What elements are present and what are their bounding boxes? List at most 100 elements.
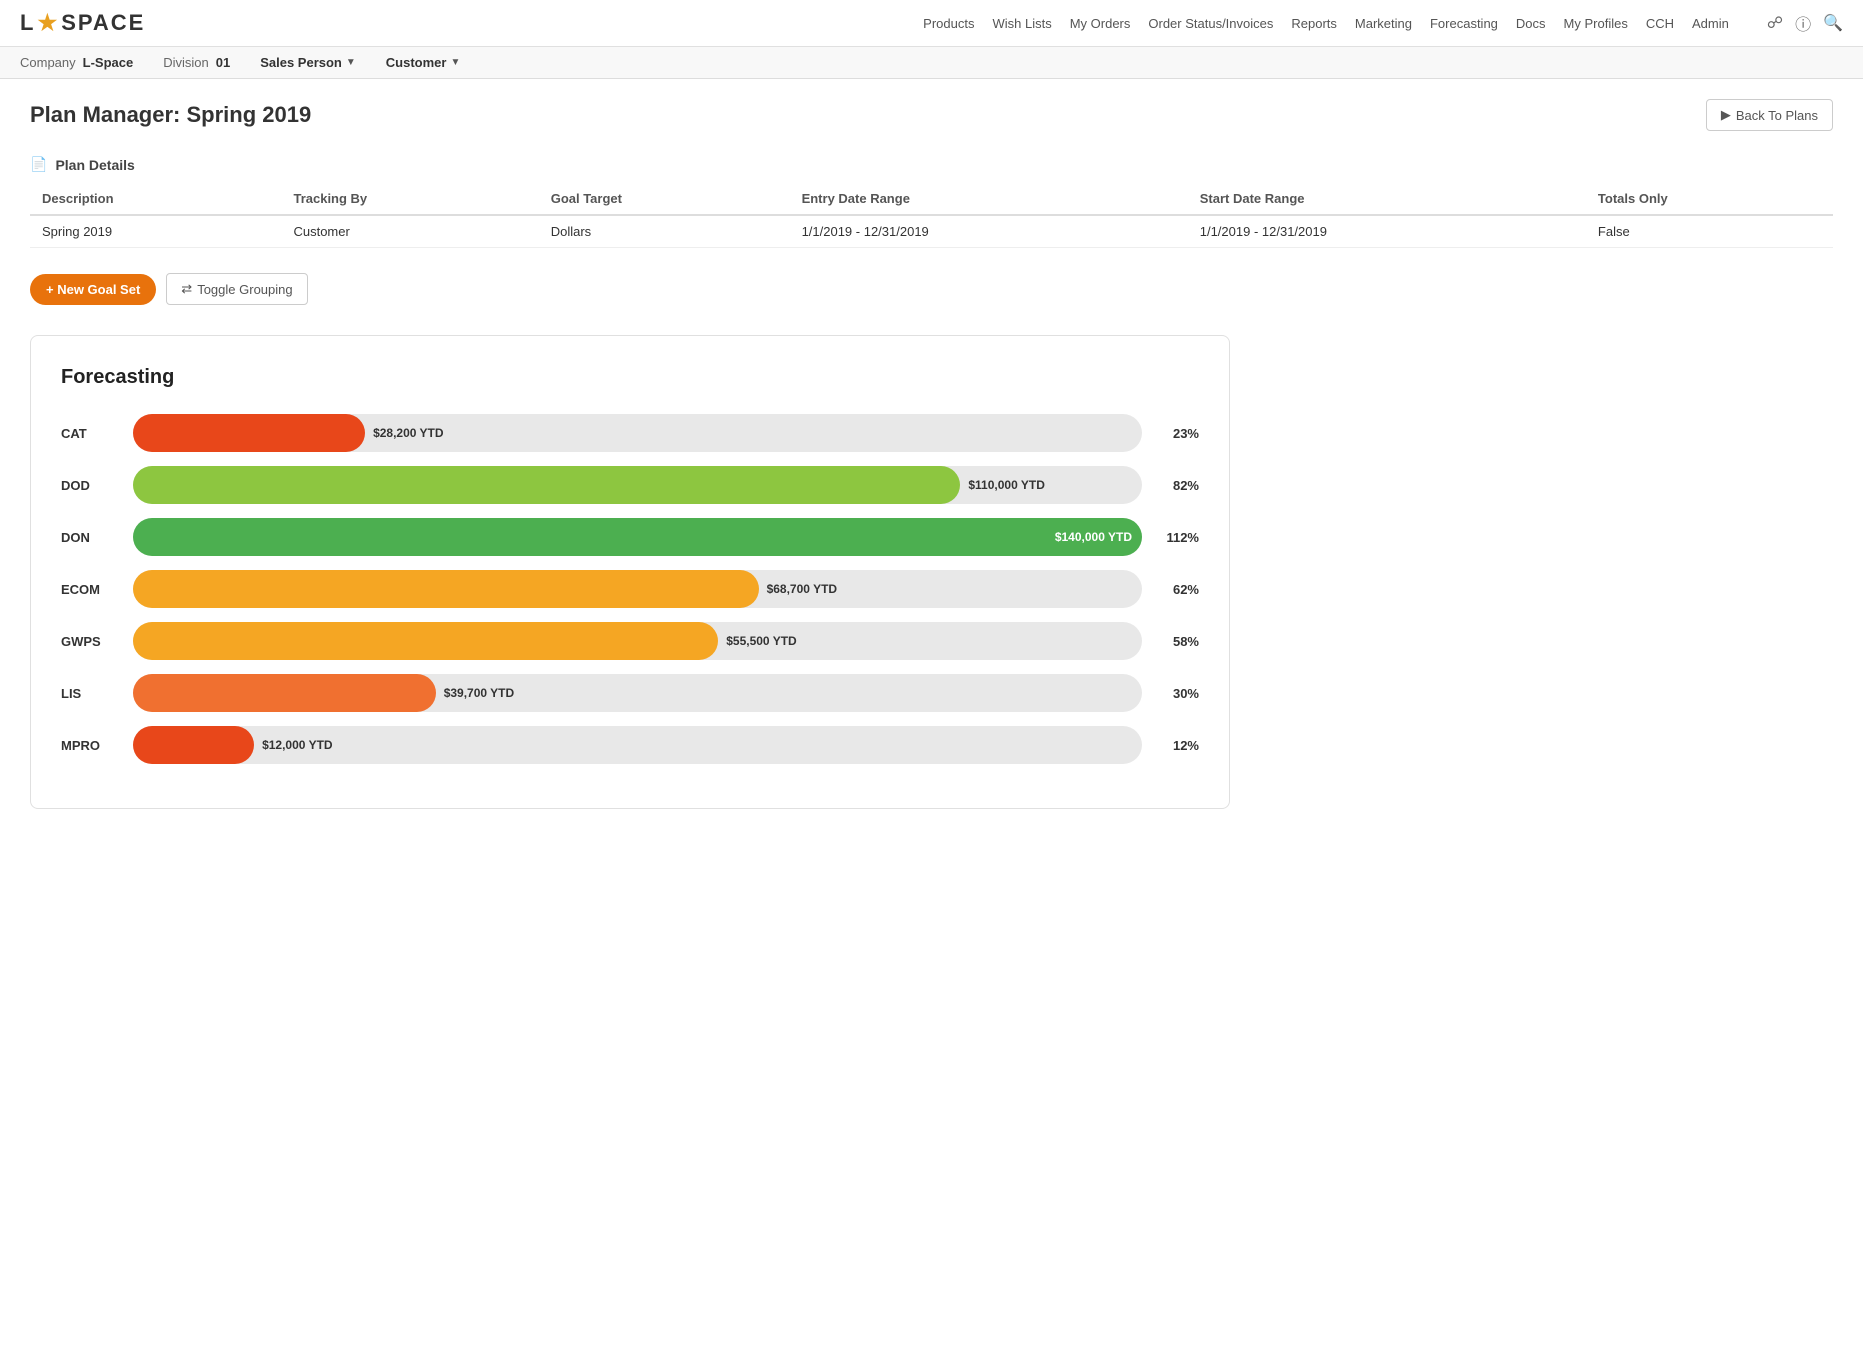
chart-bar-container-dod: $110,000 YTD [133, 466, 1142, 504]
nav-products[interactable]: Products [923, 16, 974, 31]
sales-person-label: Sales Person [260, 55, 342, 70]
cell-start-date-range: 1/1/2019 - 12/31/2019 [1188, 215, 1586, 248]
chart-bar-fill-gwps [133, 622, 718, 660]
division-item: Division 01 [163, 55, 230, 70]
new-goal-set-button[interactable]: + New Goal Set [30, 274, 156, 305]
division-value: 01 [216, 55, 230, 70]
chart-ytd-label-ecom: $68,700 YTD [767, 582, 838, 596]
chart-pct-mpro: 12% [1154, 738, 1199, 753]
nav-cch[interactable]: CCH [1646, 16, 1674, 31]
cell-totals-only: False [1586, 215, 1833, 248]
chart-bar-fill-dod [133, 466, 960, 504]
plan-table: Description Tracking By Goal Target Entr… [30, 183, 1833, 248]
chart-ytd-label-lis: $39,700 YTD [444, 686, 515, 700]
cell-goal-target: Dollars [539, 215, 790, 248]
nav-icons: ☍ ⓘ 🔍 [1767, 11, 1843, 35]
customer-label: Customer [386, 55, 447, 70]
nav-wish-lists[interactable]: Wish Lists [992, 16, 1051, 31]
logo-text-after: SPACE [61, 10, 145, 36]
toggle-grouping-icon: ⇄ [181, 281, 192, 297]
plan-details-section: 📄 Plan Details Description Tracking By G… [30, 156, 1833, 248]
chart-bar-container-cat: $28,200 YTD [133, 414, 1142, 452]
chart-ytd-label-don: $140,000 YTD [1055, 530, 1132, 544]
forecasting-card: Forecasting CAT $28,200 YTD 23% DOD $110,000… [30, 335, 1230, 809]
chart-bar-container-don: $140,000 YTD [133, 518, 1142, 556]
chart-bar-container-mpro: $12,000 YTD [133, 726, 1142, 764]
toggle-grouping-label: Toggle Grouping [197, 282, 292, 297]
chart-pct-gwps: 58% [1154, 634, 1199, 649]
chart-pct-cat: 23% [1154, 426, 1199, 441]
chart-ytd-label-dod: $110,000 YTD [968, 478, 1045, 492]
logo-text-before: L [20, 10, 35, 36]
nav-reports[interactable]: Reports [1291, 16, 1337, 31]
plan-details-header: 📄 Plan Details [30, 156, 1833, 173]
customer-dropdown[interactable]: Customer ▼ [386, 55, 461, 70]
chart-ytd-label-gwps: $55,500 YTD [726, 634, 797, 648]
chart-row-gwps: GWPS $55,500 YTD 58% [61, 622, 1199, 660]
nav-order-status[interactable]: Order Status/Invoices [1148, 16, 1273, 31]
col-start-date-range: Start Date Range [1188, 183, 1586, 215]
toolbar: + New Goal Set ⇄ Toggle Grouping [30, 273, 1833, 305]
chart-pct-ecom: 62% [1154, 582, 1199, 597]
col-description: Description [30, 183, 281, 215]
chart-row-cat: CAT $28,200 YTD 23% [61, 414, 1199, 452]
chart-label-gwps: GWPS [61, 634, 121, 649]
nav-my-profiles[interactable]: My Profiles [1564, 16, 1628, 31]
page-header: Plan Manager: Spring 2019 ▶ Back To Plan… [30, 99, 1833, 131]
back-icon: ▶ [1721, 107, 1731, 123]
toggle-grouping-button[interactable]: ⇄ Toggle Grouping [166, 273, 307, 305]
company-value: L-Space [83, 55, 134, 70]
nav-forecasting[interactable]: Forecasting [1430, 16, 1498, 31]
company-item: Company L-Space [20, 55, 133, 70]
plan-details-icon: 📄 [30, 156, 47, 173]
nav-my-orders[interactable]: My Orders [1070, 16, 1131, 31]
main-content: Plan Manager: Spring 2019 ▶ Back To Plan… [0, 79, 1863, 829]
chart-label-mpro: MPRO [61, 738, 121, 753]
chart-bar-fill-lis [133, 674, 436, 712]
plan-table-data-row: Spring 2019 Customer Dollars 1/1/2019 - … [30, 215, 1833, 248]
col-tracking-by: Tracking By [281, 183, 538, 215]
col-totals-only: Totals Only [1586, 183, 1833, 215]
chart-pct-don: 112% [1154, 530, 1199, 545]
chart-label-dod: DOD [61, 478, 121, 493]
cell-tracking-by: Customer [281, 215, 538, 248]
chart-bar-fill-don: $140,000 YTD [133, 518, 1142, 556]
chart-bar-container-lis: $39,700 YTD [133, 674, 1142, 712]
nav-docs[interactable]: Docs [1516, 16, 1546, 31]
nav-admin[interactable]: Admin [1692, 16, 1729, 31]
logo: L★SPACE [20, 10, 145, 36]
chart-label-don: DON [61, 530, 121, 545]
nav-marketing[interactable]: Marketing [1355, 16, 1412, 31]
back-to-plans-button[interactable]: ▶ Back To Plans [1706, 99, 1833, 131]
division-label: Division [163, 55, 209, 70]
customer-arrow: ▼ [450, 57, 460, 68]
company-label: Company [20, 55, 76, 70]
header: L★SPACE Products Wish Lists My Orders Or… [0, 0, 1863, 47]
chart-label-cat: CAT [61, 426, 121, 441]
chart-bar-fill-cat [133, 414, 365, 452]
cell-description: Spring 2019 [30, 215, 281, 248]
chart-bar-container-gwps: $55,500 YTD [133, 622, 1142, 660]
back-btn-label: Back To Plans [1736, 108, 1818, 123]
col-entry-date-range: Entry Date Range [790, 183, 1188, 215]
chart-row-lis: LIS $39,700 YTD 30% [61, 674, 1199, 712]
chart-row-ecom: ECOM$68,700 YTD62% [61, 570, 1199, 608]
chart-label-lis: LIS [61, 686, 121, 701]
col-goal-target: Goal Target [539, 183, 790, 215]
chart-bar-container-ecom: $68,700 YTD [133, 570, 1142, 608]
chart-pct-lis: 30% [1154, 686, 1199, 701]
sales-person-dropdown[interactable]: Sales Person ▼ [260, 55, 356, 70]
user-icon-btn[interactable]: ☍ [1767, 13, 1783, 33]
sub-header: Company L-Space Division 01 Sales Person… [0, 47, 1863, 79]
plan-details-title: Plan Details [55, 157, 134, 173]
forecasting-title: Forecasting [61, 366, 1199, 389]
chart-area: CAT $28,200 YTD 23% DOD $110,000 YTD 82% DON $1… [61, 414, 1199, 764]
chart-pct-dod: 82% [1154, 478, 1199, 493]
page-title: Plan Manager: Spring 2019 [30, 102, 311, 128]
search-icon-btn[interactable]: 🔍 [1823, 13, 1843, 33]
logo-star: ★ [37, 10, 59, 36]
help-icon-btn[interactable]: ⓘ [1795, 11, 1811, 35]
cell-entry-date-range: 1/1/2019 - 12/31/2019 [790, 215, 1188, 248]
chart-bar-fill-ecom [133, 570, 759, 608]
main-nav: Products Wish Lists My Orders Order Stat… [923, 11, 1843, 35]
